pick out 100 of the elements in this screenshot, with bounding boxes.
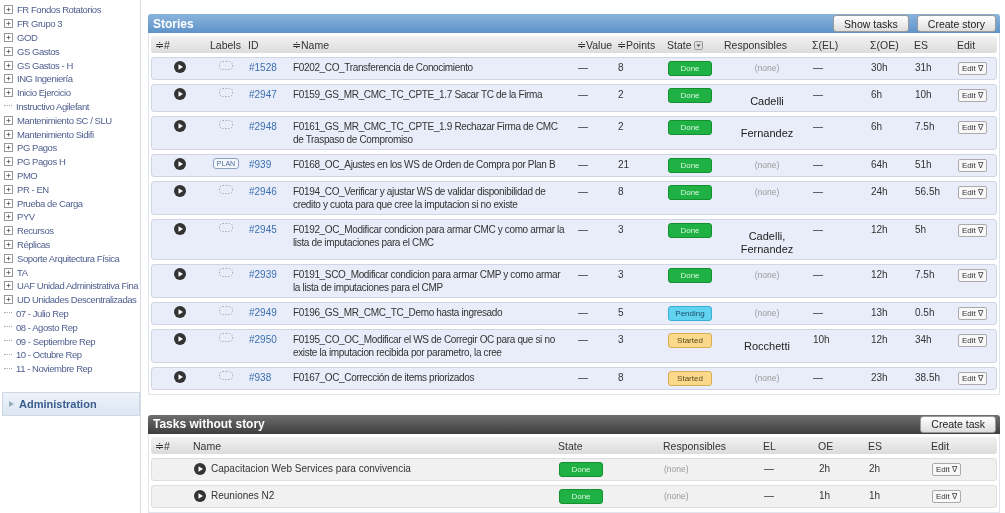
column-header[interactable]: Name [189, 439, 554, 452]
story-id[interactable]: #938 [245, 371, 289, 385]
tree-item[interactable]: Instructivo Agilefant [16, 100, 89, 112]
story-name[interactable]: F0167_OC_Corrección de items priorizados [289, 371, 574, 385]
tree-item[interactable]: GS Gastos [17, 45, 60, 57]
tree-item[interactable]: Inicio Ejercicio [17, 87, 71, 99]
tree-item[interactable]: PYV [17, 211, 35, 223]
expand-icon[interactable] [4, 33, 13, 42]
expand-icon[interactable] [4, 88, 13, 98]
play-icon[interactable] [173, 223, 186, 236]
tree-item[interactable]: 07 - Julio Rep [16, 307, 69, 319]
tree-item[interactable]: Réplicas [17, 238, 50, 250]
story-row[interactable]: #2949 F0196_GS_MR_CMC_TC_Demo hasta ingresado — 5 Pending (none) — 13h 0.5h Edit ∇ [151, 302, 997, 326]
column-header[interactable]: ≑Points [613, 38, 663, 51]
expand-icon[interactable] [4, 253, 13, 263]
tree-item[interactable]: Recursos [17, 225, 54, 237]
play-icon[interactable] [173, 88, 186, 101]
story-row[interactable]: #938 F0167_OC_Corrección de items priorizados — 8 Started (none) — 23h 38.5h Edit ∇ [151, 367, 997, 391]
expand-icon[interactable] [4, 281, 13, 291]
edit-button[interactable]: Edit ∇ [932, 490, 961, 503]
story-row[interactable]: #2950 F0195_CO_OC_Modificar el WS de Corregir OC para que si no existe la imputacion recibida por parametro, la cree — 3 Started Rocchetti 10h 12h 34h Edit ∇ [151, 329, 997, 364]
expand-icon[interactable] [4, 5, 13, 15]
expand-icon[interactable] [4, 115, 13, 125]
tree-item[interactable]: ING Ingeniería [17, 73, 73, 85]
story-id[interactable]: #2947 [245, 88, 289, 102]
story-name[interactable]: F0194_CO_Verificar y ajustar WS de validar disponibilidad de credito y cuota para que cree la imputacion si no existe [289, 185, 574, 212]
play-icon[interactable] [173, 268, 186, 281]
expand-icon[interactable] [4, 129, 13, 139]
state-badge[interactable]: Pending [668, 306, 712, 322]
state-badge[interactable]: Started [668, 371, 712, 387]
tree-item[interactable]: GS Gastos - H [17, 59, 73, 71]
story-name[interactable]: F0196_GS_MR_CMC_TC_Demo hasta ingresado [289, 306, 574, 320]
edit-button[interactable]: Edit ∇ [958, 62, 987, 76]
edit-button[interactable]: Edit ∇ [958, 121, 987, 135]
play-icon[interactable] [173, 333, 186, 346]
tree-item[interactable]: PG Pagos [17, 142, 57, 154]
edit-button[interactable]: Edit ∇ [932, 463, 961, 476]
edit-button[interactable]: Edit ∇ [958, 307, 987, 321]
edit-button[interactable]: Edit ∇ [958, 186, 987, 200]
play-icon[interactable] [194, 489, 206, 502]
state-badge[interactable]: Started [668, 333, 712, 349]
story-name[interactable]: F0191_SCO_Modificar condicion para armar CMP y como armar la lista de imputaciones para el CMP [289, 268, 574, 295]
story-id[interactable]: #2945 [245, 223, 289, 237]
column-header[interactable]: Responsibles [659, 439, 759, 452]
play-icon[interactable] [173, 306, 186, 319]
tree-item[interactable]: Prueba de Carga [17, 197, 83, 209]
story-name[interactable]: F0161_GS_MR_CMC_TC_CPTE_1.9 Rechazar Firma de CMC de Traspaso de Compromiso [289, 120, 574, 147]
expand-icon[interactable] [4, 170, 13, 180]
column-header[interactable]: Labels [206, 38, 244, 51]
expand-icon[interactable] [4, 74, 13, 84]
tree-item[interactable]: UAF Unidad Administrativa Fina [17, 280, 139, 292]
administration-panel[interactable]: Administration [2, 391, 140, 416]
story-name[interactable]: F0159_GS_MR_CMC_TC_CPTE_1.7 Sacar TC de la Firma [289, 88, 574, 102]
expand-icon[interactable] [4, 157, 13, 167]
edit-button[interactable]: Edit ∇ [958, 372, 987, 386]
tree-item[interactable]: PR - EN [17, 183, 49, 195]
tree-item[interactable]: PG Pagos H [17, 156, 66, 168]
play-icon[interactable] [173, 158, 186, 171]
expand-icon[interactable] [4, 46, 13, 56]
play-icon[interactable] [173, 185, 186, 198]
story-id[interactable]: #939 [245, 158, 289, 172]
play-icon[interactable] [194, 462, 206, 475]
story-row[interactable]: #2939 F0191_SCO_Modificar condicion para armar CMP y como armar la lista de imputaciones para el CMP — 3 Done (none) — 12h 7.5h Edit ∇ [151, 264, 997, 299]
edit-button[interactable]: Edit ∇ [958, 159, 987, 173]
column-header[interactable]: ≑Value [573, 38, 613, 51]
expand-icon[interactable] [4, 212, 13, 222]
edit-button[interactable]: Edit ∇ [958, 269, 987, 283]
story-row[interactable]: #1528 F0202_CO_Transferencia de Conocimiento — 8 Done (none) — 30h 31h Edit ∇ [151, 57, 997, 81]
create-task-button[interactable]: Create task [920, 416, 996, 433]
edit-button[interactable]: Edit ∇ [958, 89, 987, 103]
expand-icon[interactable] [4, 60, 13, 70]
column-header[interactable]: Σ(EL) [808, 38, 866, 51]
tree-item[interactable]: GOD [17, 32, 38, 43]
tree-item[interactable]: Mantenimiento SC / SLU [17, 114, 112, 126]
column-header[interactable]: ≑# [151, 38, 206, 51]
column-header[interactable]: Edit [953, 38, 995, 51]
task-row[interactable]: Reuniones N2 Done (none) — 1h 1h Edit ∇ [151, 485, 997, 508]
edit-button[interactable]: Edit ∇ [958, 224, 987, 238]
column-header[interactable]: ES [864, 439, 927, 452]
story-id[interactable]: #2948 [245, 120, 289, 134]
column-header[interactable]: EL [759, 439, 814, 452]
story-name[interactable]: F0168_OC_Ajustes en los WS de Orden de Compra por Plan B [289, 158, 574, 172]
column-header[interactable]: ES [910, 38, 953, 51]
column-header[interactable]: Edit [927, 439, 995, 452]
column-header[interactable]: ≑Name [288, 38, 573, 51]
dropdown-icon[interactable] [694, 41, 704, 51]
expand-icon[interactable] [4, 239, 13, 249]
story-row[interactable]: #2945 F0192_OC_Modificar condicion para armar CMC y como armar la lista de imputaciones para el CMC — 3 Done Cadelli, Fernandez — 12h 5h Edit ∇ [151, 219, 997, 261]
story-name[interactable]: F0202_CO_Transferencia de Conocimiento [289, 61, 574, 75]
tree-item[interactable]: FR Grupo 3 [17, 18, 63, 30]
tree-item[interactable]: 09 - Septiembre Rep [16, 335, 96, 347]
column-header[interactable]: ≑# [151, 439, 189, 452]
column-header[interactable]: ID [244, 38, 288, 51]
story-name[interactable]: F0192_OC_Modificar condicion para armar CMC y como armar la lista de imputaciones para el CMC [289, 223, 574, 250]
story-id[interactable]: #2950 [245, 333, 289, 347]
tree-item[interactable]: 10 - Octubre Rep [16, 349, 82, 361]
tree-item[interactable]: Soporte Arquitectura Física [17, 252, 120, 264]
story-row[interactable]: #2947 F0159_GS_MR_CMC_TC_CPTE_1.7 Sacar TC de la Firma — 2 Done Cadelli — 6h 10h Edit ∇ [151, 84, 997, 113]
column-header[interactable]: State [554, 439, 659, 452]
story-row[interactable]: #2946 F0194_CO_Verificar y ajustar WS de validar disponibilidad de credito y cuota para que cree la imputacion si no existe — 8 Done (none) — 24h 56.5h Edit ∇ [151, 181, 997, 216]
